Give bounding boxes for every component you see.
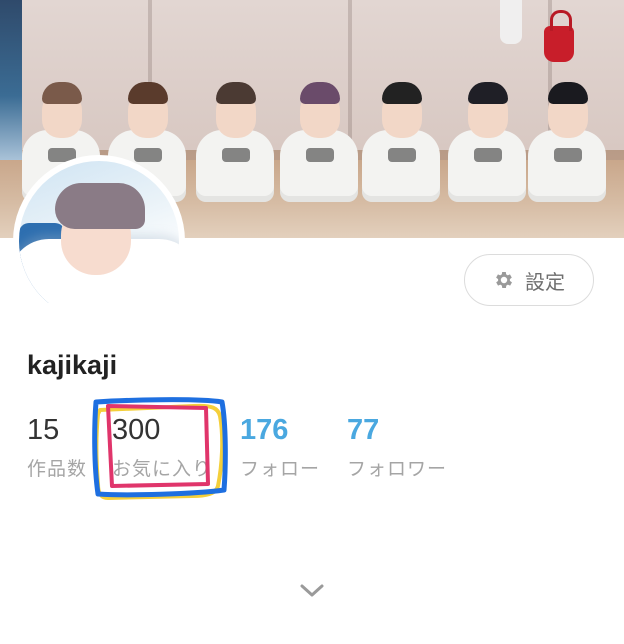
following-label: フォロー bbox=[240, 458, 321, 480]
followers-count: 77 bbox=[347, 414, 380, 446]
settings-label: 設定 bbox=[525, 269, 565, 294]
favorites-count: 300 bbox=[112, 414, 161, 446]
stat-followers[interactable]: 77 フォロワー bbox=[347, 412, 447, 481]
profile-page: 設定 kajikaji 15 作品数 300 お気に入り 176 フォロー 77… bbox=[0, 0, 624, 644]
avatar[interactable] bbox=[13, 155, 185, 327]
favorites-label: お気に入り bbox=[112, 458, 213, 480]
followers-label: フォロワー bbox=[347, 458, 448, 480]
chevron-down-icon[interactable] bbox=[298, 582, 326, 600]
username: kajikaji bbox=[27, 350, 118, 380]
gear-icon bbox=[496, 272, 512, 288]
stat-works[interactable]: 15 作品数 bbox=[27, 412, 87, 481]
works-count: 15 bbox=[27, 414, 60, 446]
works-label: 作品数 bbox=[27, 458, 88, 480]
stat-favorites[interactable]: 300 お気に入り bbox=[112, 412, 212, 481]
settings-button[interactable]: 設定 bbox=[464, 254, 594, 306]
stat-following[interactable]: 176 フォロー bbox=[240, 412, 320, 481]
following-count: 176 bbox=[240, 414, 289, 446]
